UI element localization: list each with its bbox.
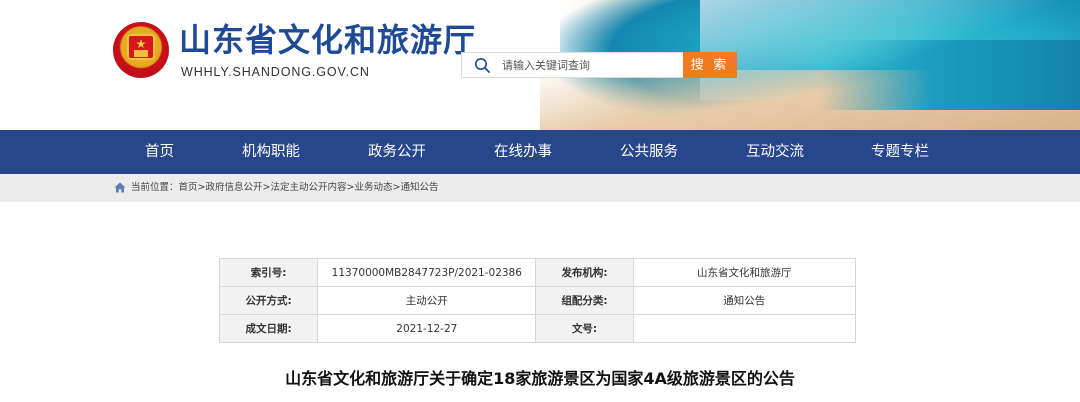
breadcrumb-separator: > xyxy=(197,182,206,193)
table-row: 索引号: 11370000MB2847723P/2021-02386 发布机构:… xyxy=(218,258,857,287)
nav-item-special-topics[interactable]: 专题专栏 xyxy=(871,130,929,174)
breadcrumb-item-business-news[interactable]: 业务动态 xyxy=(354,182,392,193)
document-number-label: 文号: xyxy=(535,314,634,343)
document-number-value xyxy=(632,314,857,343)
nav-item-public-services[interactable]: 公共服务 xyxy=(620,130,678,174)
search-icon xyxy=(475,58,490,73)
search-box: 搜 索 xyxy=(461,52,737,78)
header-banner-highlight xyxy=(700,0,1080,100)
disclosure-method-value: 主动公开 xyxy=(317,286,537,315)
article-title: 山东省文化和旅游厅关于确定18家旅游景区为国家4A级旅游景区的公告 xyxy=(285,369,795,388)
nav-item-interaction[interactable]: 互动交流 xyxy=(746,130,804,174)
search-input[interactable] xyxy=(502,54,680,76)
nav-item-gov-affairs[interactable]: 政务公开 xyxy=(368,130,426,174)
home-icon xyxy=(114,182,126,193)
breadcrumb-item-statutory-content[interactable]: 法定主动公开内容 xyxy=(270,182,346,193)
site-header: ★ 山东省文化和旅游厅 WHHLY.SHANDONG.GOV.CN 搜 索 xyxy=(0,0,1080,130)
site-domain: WHHLY.SHANDONG.GOV.CN xyxy=(181,65,370,79)
document-date-label: 成文日期: xyxy=(218,314,319,343)
category-label: 组配分类: xyxy=(535,286,634,315)
category-value: 通知公告 xyxy=(632,286,857,315)
breadcrumb-item-home[interactable]: 首页 xyxy=(179,182,198,193)
table-row: 公开方式: 主动公开 组配分类: 通知公告 xyxy=(218,286,857,315)
breadcrumb-item-gov-info[interactable]: 政府信息公开 xyxy=(206,182,263,193)
index-number-label: 索引号: xyxy=(218,258,319,287)
site-title[interactable]: 山东省文化和旅游厅 xyxy=(179,22,476,58)
national-emblem-icon[interactable]: ★ xyxy=(113,22,169,78)
breadcrumb-prefix: 当前位置： xyxy=(131,182,179,193)
nav-item-home[interactable]: 首页 xyxy=(145,130,174,174)
document-date-value: 2021-12-27 xyxy=(317,314,537,343)
nav-item-institution[interactable]: 机构职能 xyxy=(242,130,300,174)
breadcrumb: 当前位置：首页>政府信息公开>法定主动公开内容>业务动态>通知公告 xyxy=(0,174,1080,202)
publisher-label: 发布机构: xyxy=(535,258,634,287)
table-row: 成文日期: 2021-12-27 文号: xyxy=(218,314,857,343)
main-nav: 首页 机构职能 政务公开 在线办事 公共服务 互动交流 专题专栏 xyxy=(0,130,1080,174)
document-info-table: 索引号: 11370000MB2847723P/2021-02386 发布机构:… xyxy=(218,258,857,343)
nav-item-online-services[interactable]: 在线办事 xyxy=(494,130,552,174)
breadcrumb-item-notices[interactable]: 通知公告 xyxy=(400,182,438,193)
disclosure-method-label: 公开方式: xyxy=(218,286,319,315)
search-button[interactable]: 搜 索 xyxy=(683,52,737,78)
publisher-value: 山东省文化和旅游厅 xyxy=(632,258,857,287)
index-number-value: 11370000MB2847723P/2021-02386 xyxy=(317,258,537,287)
